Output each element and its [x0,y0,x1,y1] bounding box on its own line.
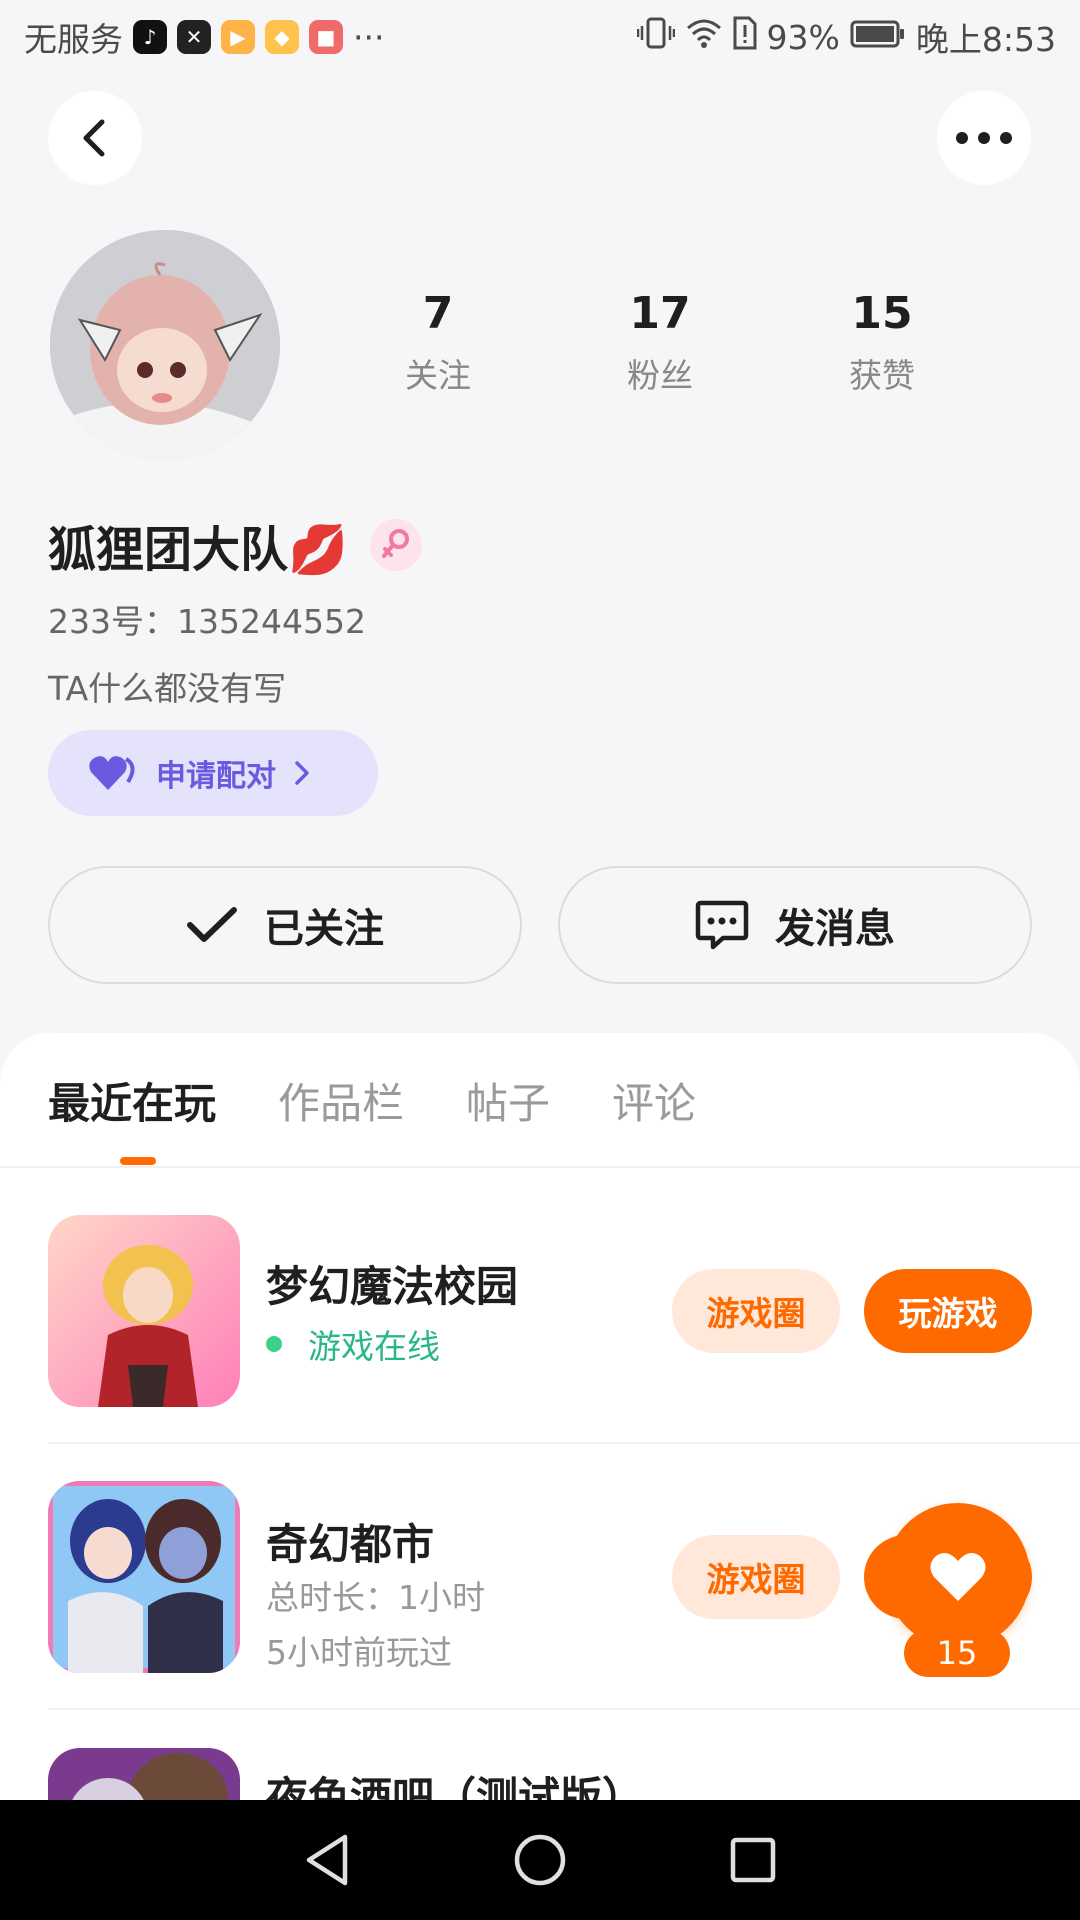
game-circle-button[interactable]: 游戏圈 [672,1535,840,1619]
more-dots-icon [956,132,1012,144]
tiktok-icon: ♪ [133,20,167,54]
following-stat[interactable]: 7 关注 [368,288,508,397]
battery-percent: 93% [766,17,840,57]
video-app-icon: ▶ [221,20,255,54]
name-row: 狐狸团大队💋 [48,510,422,580]
status-bar: 无服务 ♪ ✕ ▶ ◆ ■ ··· 93% 晚上8:53 [0,0,1080,74]
followers-stat[interactable]: 17 粉丝 [590,288,730,397]
profile-screen: 无服务 ♪ ✕ ▶ ◆ ■ ··· 93% 晚上8:53 7 关注 17 粉丝 … [0,0,1080,1920]
game-icon [48,1215,240,1407]
huawei-store-icon: ■ [309,20,343,54]
likes-count: 15 [851,288,913,339]
game-icon [48,1481,240,1673]
more-notifications: ··· [353,17,385,57]
bio: TA什么都没有写 [48,669,287,708]
triangle-back-icon [306,1834,347,1886]
followers-count: 17 [629,288,691,339]
online-status-label: 游戏在线 [308,1327,440,1366]
clock: 晚上8:53 [915,20,1056,59]
followers-label: 粉丝 [627,356,693,395]
online-status: 游戏在线 [266,1320,440,1368]
game-circle-button[interactable]: 游戏圈 [672,1269,840,1353]
carrier-text: 无服务 [24,20,123,59]
like-count: 15 [904,1629,1010,1677]
capcut-icon: ✕ [177,20,211,54]
nav-back-button[interactable] [292,1825,362,1895]
tab-comments[interactable]: 评论 [612,1070,696,1131]
game-title: 梦幻魔法校园 [266,1262,519,1311]
game-title: 奇幻都市 [266,1520,435,1569]
likes-stat[interactable]: 15 获赞 [812,288,952,397]
active-tab-indicator [120,1157,156,1165]
username: 狐狸团大队💋 [48,522,348,578]
user-id: 233号：135244552 [48,602,366,641]
square-recents-icon [731,1837,776,1883]
send-message-label: 发消息 [775,906,895,952]
tab-posts[interactable]: 帖子 [466,1070,550,1131]
tab-recently-played[interactable]: 最近在玩 [48,1070,216,1131]
chevron-right-icon [295,761,309,785]
app-icon: ◆ [265,20,299,54]
apply-pair-button[interactable]: 申请配对 [48,730,378,816]
send-message-button[interactable]: 发消息 [558,866,1032,984]
vibrate-icon [636,16,675,58]
nav-recents-button[interactable] [718,1825,788,1895]
online-dot [266,1336,282,1352]
circle-home-icon [514,1834,566,1886]
apply-pair-label: 申请配对 [156,759,276,794]
tabs-divider [0,1166,1080,1168]
profile-tabs: 最近在玩 作品栏 帖子 评论 [48,1070,696,1131]
followed-button[interactable]: 已关注 [48,866,522,984]
heart-pair-icon [89,756,135,790]
followed-label: 已关注 [264,906,384,952]
likes-label: 获赞 [849,356,915,395]
following-label: 关注 [405,356,471,395]
check-icon [187,907,237,942]
game-row[interactable]: 梦幻魔法校园 游戏在线 游戏圈 玩游戏 [48,1215,1032,1407]
play-game-button[interactable]: 玩游戏 [864,1269,1032,1353]
chat-bubble-icon [695,900,749,950]
row-divider [48,1708,1080,1710]
row-divider [48,1442,1080,1444]
more-options-button[interactable] [937,91,1031,185]
tab-works[interactable]: 作品栏 [278,1070,404,1131]
avatar[interactable] [50,230,280,460]
following-count: 7 [422,288,454,339]
heart-icon [929,1552,986,1601]
sim-alert-icon [733,16,757,58]
system-nav-bar [0,1800,1080,1920]
avatar-image [50,230,280,460]
nav-home-button[interactable] [505,1825,575,1895]
play-duration: 总时长：1小时 [266,1578,485,1617]
last-played: 5小时前玩过 [266,1633,452,1672]
battery-icon [850,18,906,57]
like-button[interactable] [885,1503,1030,1648]
female-gender-icon [369,519,422,571]
chevron-left-icon [83,119,105,157]
back-button[interactable] [48,91,142,185]
wifi-icon [685,16,723,58]
